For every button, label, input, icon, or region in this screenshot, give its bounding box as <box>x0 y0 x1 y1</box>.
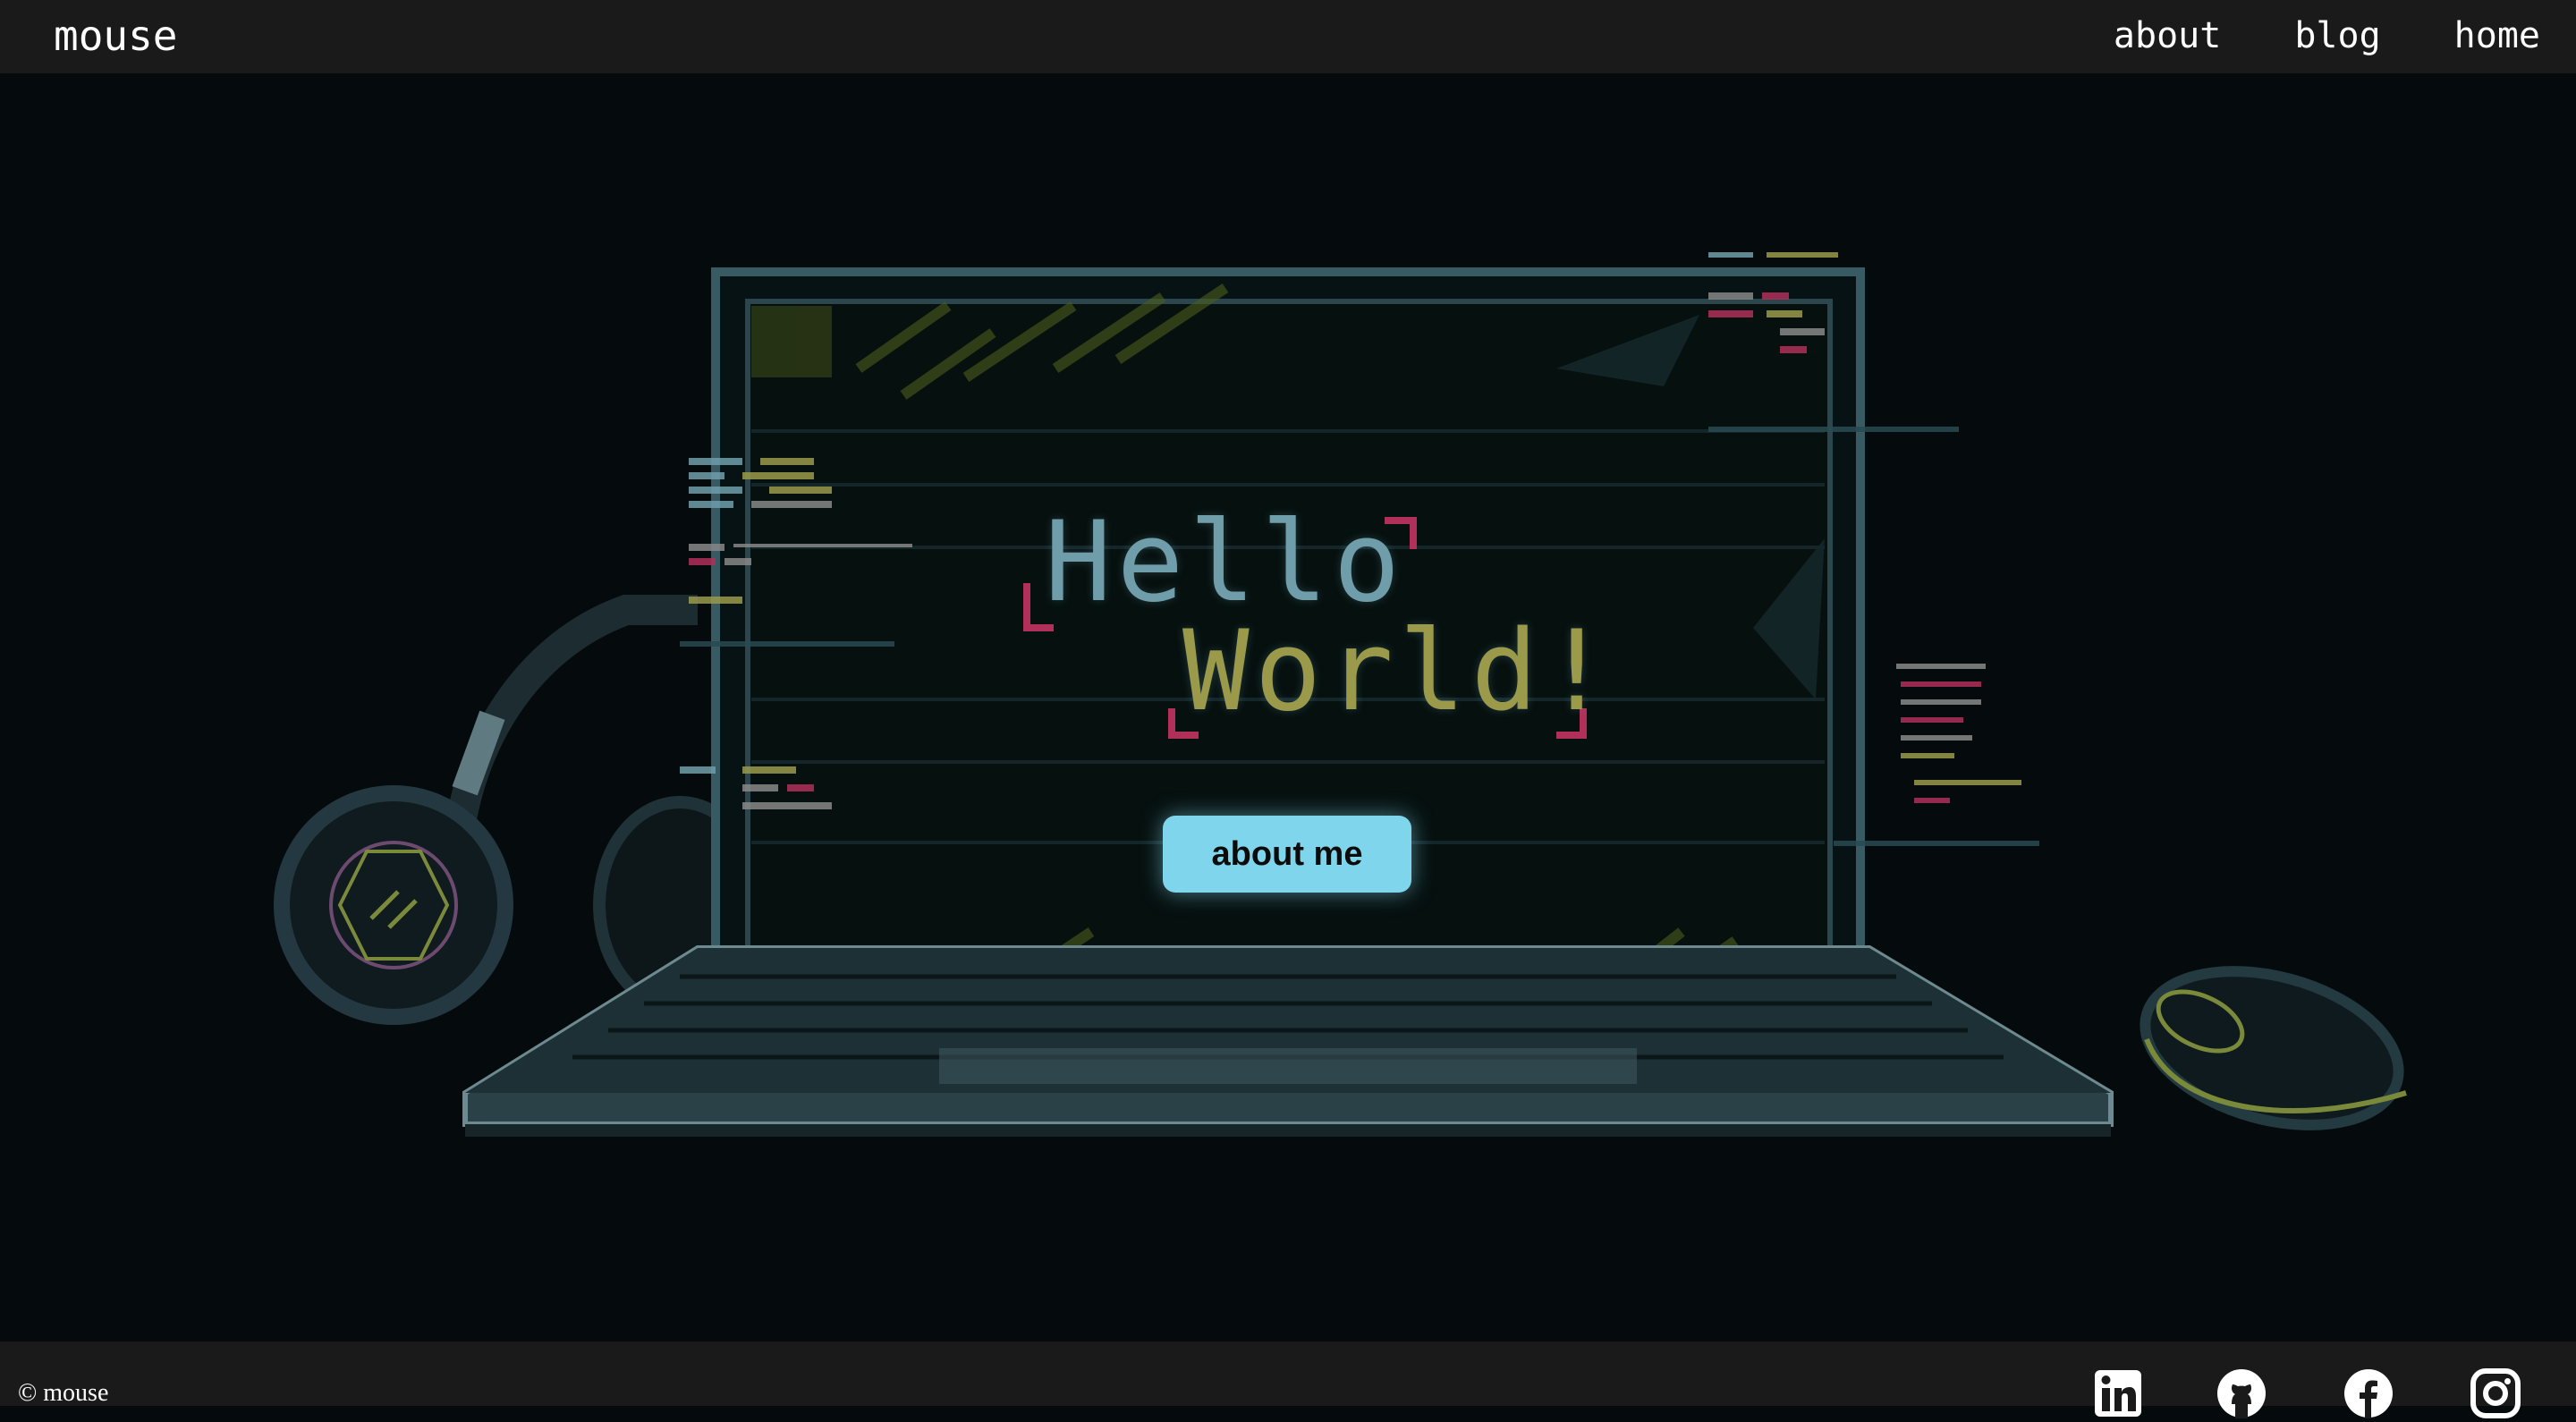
world-heading: World! <box>1182 614 1615 730</box>
nav-blog-link[interactable]: blog <box>2294 11 2380 61</box>
laptop-keyboard-illustration <box>462 945 2114 1137</box>
hello-heading: Hello <box>1045 504 1405 621</box>
hero-section: Hello World! about me <box>0 73 2576 1342</box>
instagram-icon[interactable] <box>2470 1368 2521 1418</box>
nav-home-link[interactable]: home <box>2454 11 2540 61</box>
github-icon[interactable] <box>2216 1368 2267 1418</box>
computer-mouse-illustration <box>2140 966 2407 1130</box>
linkedin-icon[interactable] <box>2093 1368 2143 1418</box>
brand-logo-link[interactable]: mouse <box>54 11 177 61</box>
copyright-text: © mouse <box>18 1379 109 1407</box>
site-footer: © mouse <box>0 1342 2576 1418</box>
facebook-icon[interactable] <box>2343 1368 2394 1418</box>
nav-about-link[interactable]: about <box>2114 11 2221 61</box>
main-nav: about blog home <box>2114 11 2540 61</box>
world-text: World! <box>1182 607 1615 736</box>
site-header: mouse about blog home <box>0 0 2576 73</box>
about-me-button[interactable]: about me <box>1163 816 1411 893</box>
